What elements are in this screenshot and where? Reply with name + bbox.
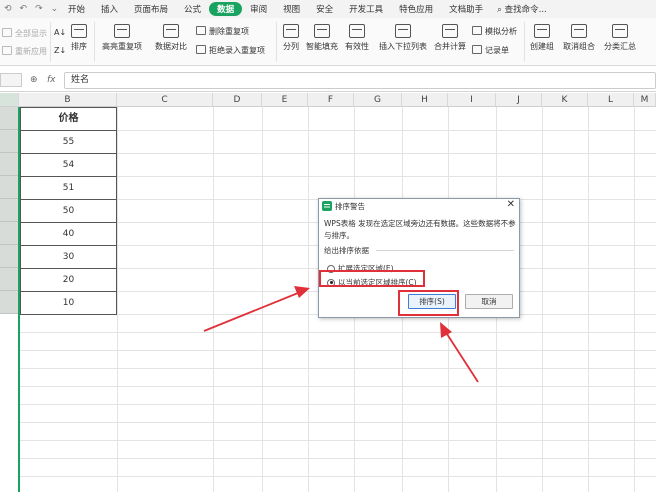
arrow-to-option bbox=[203, 292, 299, 332]
arrow-to-sort bbox=[446, 333, 479, 383]
spreadsheet-app: ⟲ ↶ ↷ ⌄ 开始 插入 页面布局 公式 数据 审阅 视图 安全 开发工具 特… bbox=[0, 0, 656, 492]
annotation-arrows bbox=[203, 286, 479, 383]
arrow-head-sort bbox=[440, 322, 452, 338]
arrow-head-option bbox=[294, 286, 310, 298]
